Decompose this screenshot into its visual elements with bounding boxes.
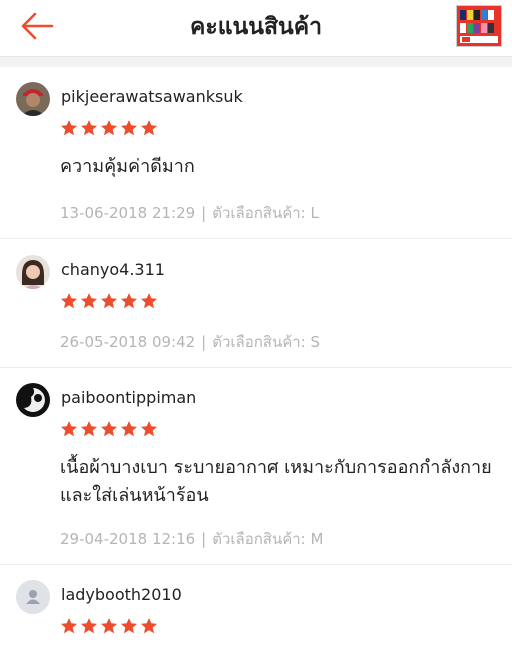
review-date: 29-04-2018 12:16 [60,530,196,548]
review-username: ladybooth2010 [61,585,182,604]
variation-value: M [310,530,324,548]
variation-label: ตัวเลือกสินค้า: [212,204,306,222]
star-icon [140,618,158,634]
review-meta: 13-06-2018 21:29 | ตัวเลือกสินค้า: L [60,201,319,225]
review-date: 13-06-2018 21:29 [60,204,196,222]
avatar[interactable] [16,82,50,116]
page-title: คะแนนสินค้า [189,14,323,40]
review-meta: 26-05-2018 09:42 | ตัวเลือกสินค้า: S [60,330,320,354]
section-divider [0,57,512,67]
header-bar: คะแนนสินค้า [0,0,512,57]
star-icon [120,618,138,634]
review-item: ladybooth2010 [0,565,512,655]
star-icon [80,120,98,136]
review-username: paiboontippiman [61,388,197,407]
star-icon [100,421,118,437]
meta-separator: | [201,530,207,548]
star-icon [100,293,118,309]
star-rating [60,292,158,312]
review-username: pikjeerawatsawanksuk [61,87,243,106]
variation-label: ตัวเลือกสินค้า: [212,530,306,548]
star-icon [80,421,98,437]
variation-value: L [310,204,319,222]
star-rating [60,119,158,139]
star-icon [120,421,138,437]
user-placeholder-icon [16,580,50,614]
meta-separator: | [201,204,207,222]
review-username: chanyo4.311 [61,260,165,279]
star-icon [140,293,158,309]
review-list: pikjeerawatsawanksuk ความคุ้มค่าดีมาก 13… [0,67,512,655]
variation-label: ตัวเลือกสินค้า: [212,333,306,351]
star-icon [60,120,78,136]
star-rating [60,617,158,637]
review-comment: เนื้อผ้าบางเบา ระบายอากาศ เหมาะกับการออก… [60,454,500,510]
variation-value: S [310,333,321,351]
meta-separator: | [201,333,207,351]
avatar[interactable] [16,255,50,289]
star-icon [100,618,118,634]
review-item: chanyo4.311 26-05-2018 09:42 | ตัวเลือกสิน… [0,239,512,368]
star-icon [80,293,98,309]
avatar[interactable] [16,383,50,417]
review-meta: 29-04-2018 12:16 | ตัวเลือกสินค้า: M [60,527,323,551]
star-icon [120,120,138,136]
star-icon [140,421,158,437]
review-item: paiboontippiman เนื้อผ้าบางเบา ระบายอากา… [0,368,512,565]
arrow-left-icon[interactable] [18,10,56,42]
star-icon [60,293,78,309]
review-comment: ความคุ้มค่าดีมาก [60,156,195,177]
star-rating [60,420,158,440]
star-icon [100,120,118,136]
review-date: 26-05-2018 09:42 [60,333,196,351]
star-icon [60,618,78,634]
product-thumbnail[interactable] [456,5,502,47]
star-icon [80,618,98,634]
star-icon [60,421,78,437]
star-icon [120,293,138,309]
review-comment-line: และใส่เล่นหน้าร้อน [60,485,209,506]
avatar[interactable] [16,580,50,614]
review-comment-line: เนื้อผ้าบางเบา ระบายอากาศ เหมาะกับการออก… [60,457,492,478]
star-icon [140,120,158,136]
review-item: pikjeerawatsawanksuk ความคุ้มค่าดีมาก 13… [0,67,512,239]
